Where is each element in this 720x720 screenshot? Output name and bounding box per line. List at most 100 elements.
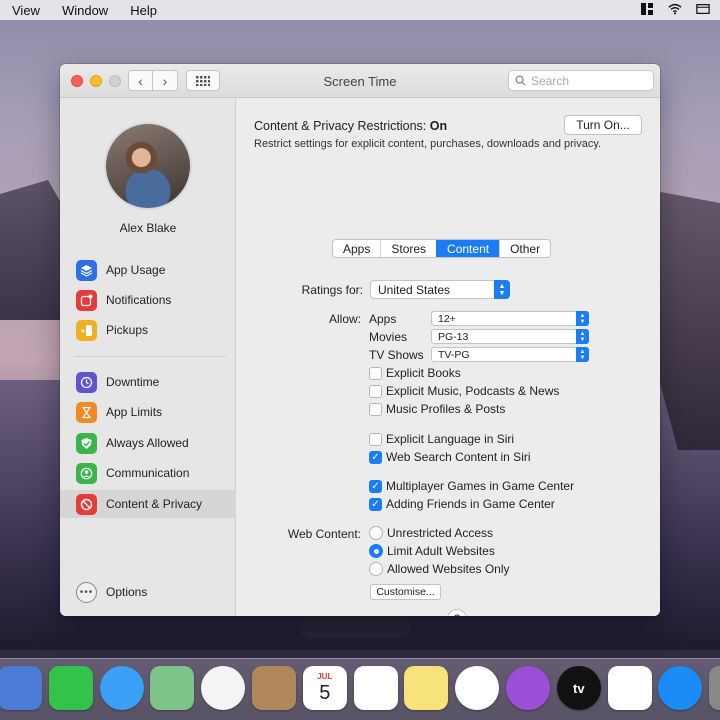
tab-stores[interactable]: Stores bbox=[380, 240, 436, 257]
checkbox-box[interactable]: ✓ bbox=[369, 479, 382, 493]
notes-icon[interactable] bbox=[404, 666, 449, 710]
menu-help[interactable]: Help bbox=[130, 3, 157, 18]
allowed-websites-only-radio[interactable]: Allowed Websites Only bbox=[369, 562, 510, 576]
explicit-books-checkbox[interactable]: Explicit Books bbox=[369, 366, 461, 380]
checkbox-label: Multiplayer Games in Game Center bbox=[386, 479, 575, 493]
limit-adult-websites-radio[interactable]: Limit Adult Websites bbox=[369, 544, 495, 558]
calendar-month: JUL bbox=[317, 672, 333, 681]
sidebar-divider bbox=[74, 356, 226, 357]
checkbox-box[interactable] bbox=[369, 366, 382, 380]
sidebar-item-content-privacy[interactable]: Content & Privacy bbox=[60, 490, 236, 518]
sidebar-item-label: Always Allowed bbox=[106, 436, 189, 450]
checkbox-label: Adding Friends in Game Center bbox=[386, 497, 555, 511]
apple-tv-label: tv bbox=[573, 680, 585, 696]
moon-clock-icon bbox=[76, 371, 97, 393]
sidebar-item-communication[interactable]: Communication bbox=[60, 459, 236, 487]
system-preferences-icon[interactable] bbox=[709, 666, 720, 710]
checkbox-box[interactable] bbox=[369, 432, 382, 446]
web-search-siri-checkbox[interactable]: ✓ Web Search Content in Siri bbox=[369, 450, 531, 464]
podcasts-icon[interactable] bbox=[506, 666, 550, 710]
radio-button[interactable] bbox=[369, 562, 383, 576]
calendar-day: 5 bbox=[319, 682, 331, 704]
checkbox-label: Web Search Content in Siri bbox=[386, 450, 531, 464]
tvshows-rating-select[interactable]: TV-PG ▲ ▼ bbox=[431, 347, 589, 362]
unrestricted-access-radio[interactable]: Unrestricted Access bbox=[369, 526, 493, 540]
updown-chevron-icon: ▲ ▼ bbox=[576, 347, 589, 362]
checkmark-icon: ✓ bbox=[371, 451, 380, 463]
title-bar: ‹ › Screen Time bbox=[60, 64, 660, 98]
sidebar-item-label: Communication bbox=[106, 466, 190, 480]
sidebar-item-label: Content & Privacy bbox=[106, 497, 203, 511]
sidebar-item-app-limits[interactable]: App Limits bbox=[60, 398, 236, 426]
menu-window[interactable]: Window bbox=[62, 3, 108, 18]
split-view-icon[interactable] bbox=[640, 2, 654, 16]
window-icon[interactable] bbox=[696, 2, 710, 16]
music-profiles-checkbox[interactable]: Music Profiles & Posts bbox=[369, 402, 505, 416]
sidebar-item-app-usage[interactable]: App Usage bbox=[60, 256, 236, 284]
content-privacy-pane: Content & Privacy Restrictions: On Restr… bbox=[236, 98, 660, 616]
stack-icon bbox=[76, 259, 97, 281]
radio-button[interactable] bbox=[369, 544, 383, 558]
multiplayer-games-checkbox[interactable]: ✓ Multiplayer Games in Game Center bbox=[369, 479, 574, 493]
sidebar-item-downtime[interactable]: Downtime bbox=[60, 368, 236, 396]
menu-view[interactable]: View bbox=[12, 3, 40, 18]
sidebar-item-always-allowed[interactable]: Always Allowed bbox=[60, 429, 236, 457]
customise-button[interactable]: Customise... bbox=[370, 584, 441, 600]
ratings-country-value: United States bbox=[378, 282, 451, 297]
screen-time-window: ‹ › Screen Time Alex Blake bbox=[60, 64, 660, 616]
allow-apps-label: Apps bbox=[369, 312, 397, 326]
tab-apps[interactable]: Apps bbox=[333, 240, 380, 257]
facetime-icon[interactable] bbox=[48, 666, 93, 710]
movies-rating-select[interactable]: PG-13 ▲ ▼ bbox=[431, 329, 589, 344]
user-name: Alex Blake bbox=[119, 221, 177, 235]
radio-label: Unrestricted Access bbox=[387, 526, 494, 540]
apps-rating-select[interactable]: 12+ ▲ ▼ bbox=[431, 311, 589, 326]
restrictions-label: Content & Privacy Restrictions: bbox=[254, 119, 427, 133]
checkbox-box[interactable] bbox=[369, 384, 382, 398]
category-tabs: Apps Stores Content Other bbox=[332, 239, 552, 258]
tab-content[interactable]: Content bbox=[436, 240, 500, 257]
checkmark-icon: ✓ bbox=[371, 498, 380, 510]
explicit-language-siri-checkbox[interactable]: Explicit Language in Siri bbox=[369, 432, 514, 446]
radio-label: Allowed Websites Only bbox=[387, 562, 510, 576]
messages-icon[interactable] bbox=[99, 666, 144, 710]
updown-chevron-icon: ▲ ▼ bbox=[576, 329, 589, 344]
updown-chevron-icon: ▲ ▼ bbox=[494, 280, 510, 299]
avatar[interactable] bbox=[104, 122, 192, 210]
search-field[interactable] bbox=[508, 70, 654, 91]
photos-icon[interactable] bbox=[201, 666, 246, 710]
adding-friends-checkbox[interactable]: ✓ Adding Friends in Game Center bbox=[369, 497, 555, 511]
checkmark-icon: ✓ bbox=[371, 480, 380, 492]
mail-icon[interactable] bbox=[0, 666, 42, 710]
sidebar-item-pickups[interactable]: Pickups bbox=[60, 316, 236, 344]
maps-icon[interactable] bbox=[150, 666, 195, 710]
reminders-icon[interactable] bbox=[353, 666, 398, 710]
updown-chevron-icon: ▲ ▼ bbox=[576, 311, 589, 326]
tab-other[interactable]: Other bbox=[499, 240, 550, 257]
checkbox-label: Explicit Language in Siri bbox=[386, 432, 515, 446]
search-icon bbox=[515, 75, 526, 86]
music-icon[interactable] bbox=[455, 666, 500, 710]
sidebar: Alex Blake App Usage Notifications Picku… bbox=[60, 98, 236, 616]
sidebar-item-label: Pickups bbox=[106, 323, 149, 337]
news-icon[interactable] bbox=[607, 666, 652, 710]
explicit-music-checkbox[interactable]: Explicit Music, Podcasts & News bbox=[369, 384, 559, 398]
checkbox-box[interactable]: ✓ bbox=[369, 497, 382, 511]
sidebar-item-notifications[interactable]: Notifications bbox=[60, 286, 236, 314]
calendar-icon[interactable]: JUL 5 bbox=[302, 666, 347, 710]
ratings-country-select[interactable]: United States ▲ ▼ bbox=[370, 280, 510, 299]
checkbox-box[interactable]: ✓ bbox=[369, 450, 382, 464]
apple-tv-icon[interactable]: tv bbox=[556, 666, 601, 710]
search-input[interactable] bbox=[531, 73, 651, 88]
web-content-label: Web Content: bbox=[287, 527, 361, 541]
turn-on-button[interactable]: Turn On... bbox=[564, 115, 642, 135]
contacts-icon[interactable] bbox=[252, 666, 296, 710]
radio-button[interactable] bbox=[369, 526, 383, 540]
sidebar-item-options[interactable]: ••• Options bbox=[60, 578, 236, 606]
sidebar-item-label: Notifications bbox=[106, 293, 172, 307]
checkbox-box[interactable] bbox=[369, 402, 382, 416]
allow-label: Allow: bbox=[328, 312, 361, 326]
wifi-icon[interactable] bbox=[668, 2, 682, 16]
menu-bar: View Window Help bbox=[0, 0, 720, 20]
restrictions-state: On bbox=[429, 119, 448, 133]
